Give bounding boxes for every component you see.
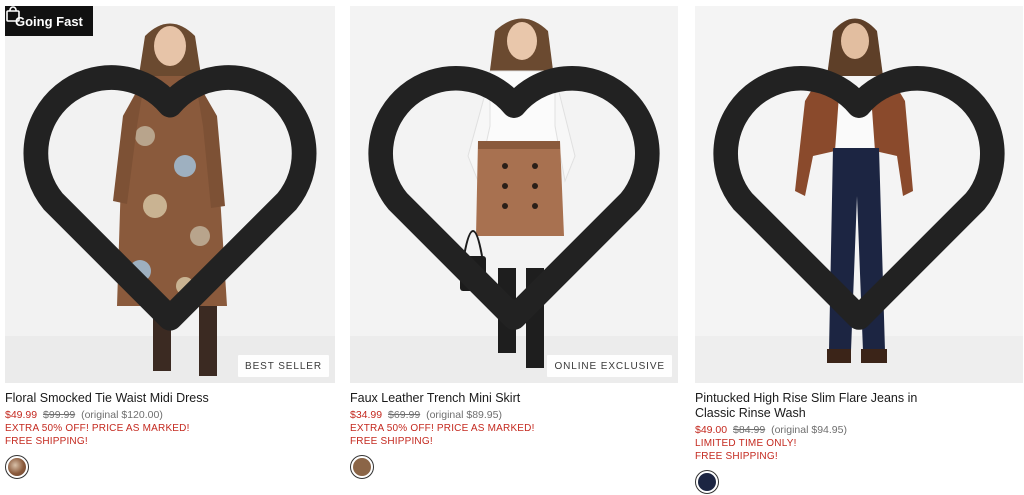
best-seller-badge: BEST SELLER	[238, 355, 329, 377]
product-title[interactable]: Faux Leather Trench Mini Skirt	[350, 391, 678, 406]
swatch-dot	[353, 458, 371, 476]
shipping-text: FREE SHIPPING!	[5, 436, 88, 447]
promo-text: EXTRA 50% OFF! PRICE AS MARKED!	[5, 423, 190, 434]
color-swatch[interactable]	[695, 470, 719, 494]
product-info: Floral Smocked Tie Waist Midi Dress $49.…	[5, 391, 335, 479]
product-grid: Going Fast BEST SELLER Floral Smocked Ti…	[5, 6, 1024, 495]
product-title[interactable]: Pintucked High Rise Slim Flare Jeans in …	[695, 391, 925, 421]
product-card[interactable]: Pintucked High Rise Slim Flare Jeans in …	[695, 6, 1023, 495]
color-swatch[interactable]	[350, 455, 374, 479]
sale-price: $34.99	[350, 409, 383, 421]
original-price: (original $94.95)	[771, 424, 847, 436]
was-price: $69.99	[388, 409, 421, 421]
was-price: $84.99	[733, 424, 766, 436]
product-card[interactable]: Going Fast BEST SELLER Floral Smocked Ti…	[5, 6, 335, 495]
product-image[interactable]: ONLINE EXCLUSIVE	[350, 6, 678, 383]
product-card[interactable]: ONLINE EXCLUSIVE Faux Leather Trench Min…	[350, 6, 678, 495]
swatch-dot	[698, 473, 716, 491]
price-row: $49.99 $99.99 (original $120.00)	[5, 409, 335, 422]
product-image[interactable]: Going Fast BEST SELLER	[5, 6, 335, 383]
heart-icon[interactable]	[695, 6, 1023, 383]
promo-text: EXTRA 50% OFF! PRICE AS MARKED!	[350, 423, 535, 434]
original-price: (original $120.00)	[81, 409, 163, 421]
sale-price: $49.99	[5, 409, 38, 421]
price-row: $34.99 $69.99 (original $89.95)	[350, 409, 678, 422]
product-image[interactable]	[695, 6, 1023, 383]
was-price: $99.99	[43, 409, 76, 421]
original-price: (original $89.95)	[426, 409, 502, 421]
heart-icon[interactable]	[350, 6, 678, 383]
shipping-text: FREE SHIPPING!	[695, 451, 778, 462]
promo-text: LIMITED TIME ONLY!	[695, 438, 797, 449]
swatch-dot	[8, 458, 26, 476]
product-info: Faux Leather Trench Mini Skirt $34.99 $6…	[350, 391, 678, 479]
shipping-text: FREE SHIPPING!	[350, 436, 433, 447]
online-exclusive-badge: ONLINE EXCLUSIVE	[547, 355, 672, 377]
product-title[interactable]: Floral Smocked Tie Waist Midi Dress	[5, 391, 335, 406]
heart-icon[interactable]	[5, 6, 335, 383]
sale-price: $49.00	[695, 424, 728, 436]
price-row: $49.00 $84.99 (original $94.95)	[695, 424, 1023, 437]
product-info: Pintucked High Rise Slim Flare Jeans in …	[695, 391, 1023, 494]
color-swatch[interactable]	[5, 455, 29, 479]
